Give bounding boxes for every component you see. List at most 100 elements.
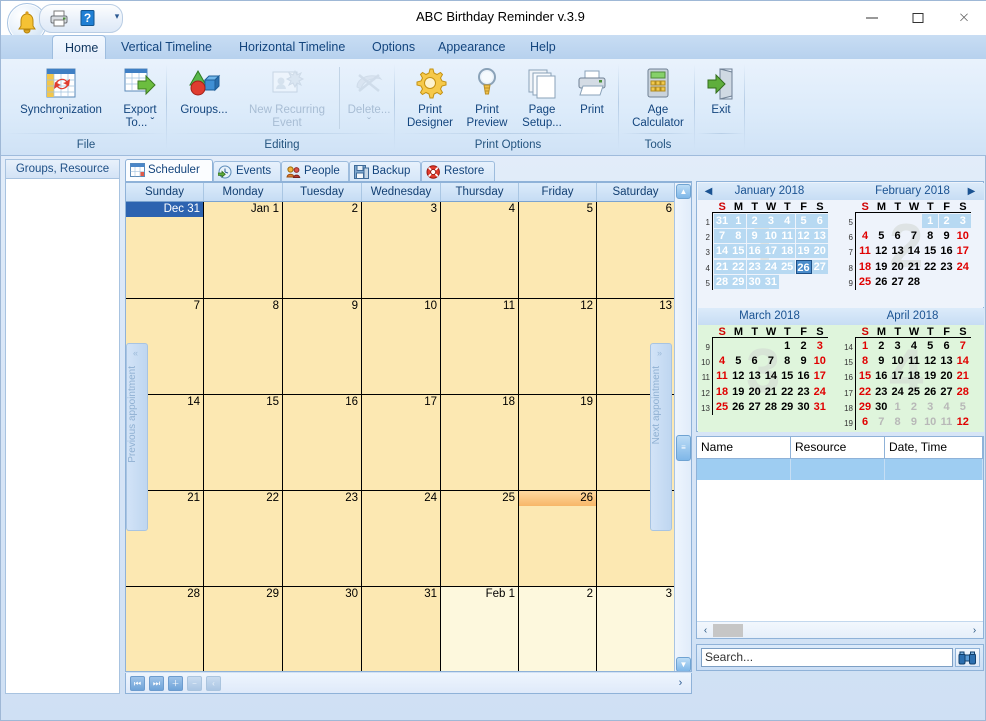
list-column-resource[interactable]: Resource [791,437,885,458]
mini-calendar-day[interactable]: 4 [779,214,796,228]
tab-backup[interactable]: Backup [349,161,421,182]
mini-calendar-day[interactable]: 20 [939,369,955,383]
mini-calendar-day[interactable]: 15 [857,369,873,383]
mini-calendar-day[interactable]: 5 [922,339,938,353]
mini-calendar-day[interactable]: 26 [730,400,746,414]
mini-calendar-day[interactable]: 17 [762,244,779,259]
mini-calendar-day[interactable]: 8 [857,354,873,368]
mini-calendar-day[interactable]: 23 [939,260,955,274]
mini-calendar-day[interactable]: 20 [811,244,828,259]
mini-calendar-day[interactable]: 16 [873,369,889,383]
mini-calendar-day[interactable]: 4 [906,339,922,353]
mini-calendar-day[interactable]: 18 [714,385,730,399]
nav-expand-arrow-icon[interactable]: › [674,676,687,690]
mini-calendar-day[interactable]: 8 [890,415,906,429]
synchronization-dropdown-icon[interactable]: ˇ [9,117,113,130]
delete-dropdown-icon[interactable]: ˇ [345,117,393,130]
delete-button[interactable]: Delete... ˇ [345,65,393,130]
mini-calendar-day[interactable]: 15 [730,244,747,259]
day-cell[interactable]: Feb 1 [441,587,519,671]
mini-calendar-day[interactable]: 29 [779,400,795,414]
tab-restore[interactable]: Restore [421,161,495,182]
mini-calendar-day[interactable]: 12 [955,415,971,429]
mini-calendar-day[interactable]: 15 [779,369,795,383]
mini-calendar-day[interactable]: 5 [795,214,812,228]
minimize-button[interactable] [849,1,895,33]
mini-calendar-day[interactable]: 18 [779,244,796,259]
day-cell[interactable]: 4 [441,202,519,299]
mini-calendar-day[interactable]: 19 [922,369,938,383]
mini-calendar-day[interactable]: 17 [890,369,906,383]
mini-calendar-day[interactable]: 9 [906,415,922,429]
mini-calendar-day[interactable]: 13 [747,369,763,383]
mini-calendar-day[interactable]: 18 [857,260,873,274]
day-cell[interactable]: Jan 1 [204,202,283,299]
mini-calendar-day[interactable]: 22 [730,259,747,274]
print-icon[interactable] [48,9,72,28]
mini-calendar-day[interactable]: 24 [812,385,828,399]
mini-calendar-day[interactable]: 10 [762,229,779,244]
mini-calendar-day[interactable]: 12 [730,369,746,383]
mini-calendar-day[interactable]: 21 [906,260,922,274]
mini-calendar-day[interactable]: 29 [857,400,873,414]
day-cell[interactable]: 2 [283,202,362,299]
groups-button[interactable]: Groups... [173,65,235,117]
mini-calendar-day[interactable]: 28 [714,274,730,289]
mini-calendar-day[interactable]: 6 [811,214,828,228]
mini-calendar-day[interactable]: 30 [796,400,812,414]
new-recurring-event-button[interactable]: New Recurring Event [241,65,333,130]
mini-calendar-day[interactable]: 16 [746,244,763,259]
tab-events[interactable]: Events [213,161,281,182]
mini-calendar-day[interactable]: 14 [955,354,971,368]
mini-calendar-day[interactable]: 26 [795,259,812,274]
mini-calendar-day[interactable]: 27 [890,275,906,289]
day-cell-today[interactable]: 26 [519,491,597,587]
mini-calendar-day[interactable]: 11 [779,229,796,244]
mini-calendar-day[interactable]: 1 [922,214,939,228]
mini-calendar-day[interactable]: 26 [922,385,938,399]
mini-calendar-day[interactable]: 25 [906,385,922,399]
mini-calendar-day[interactable]: 24 [890,385,906,399]
mini-calendar-day[interactable]: 8 [922,229,938,243]
next-appointment-tab[interactable]: » Next appointment [650,343,672,531]
mini-calendar-day[interactable]: 15 [922,244,938,258]
day-cell[interactable]: 15 [204,395,283,491]
mini-calendar-day[interactable]: 4 [857,229,873,243]
mini-calendar-day[interactable]: 1 [857,339,873,353]
mini-calendar-january[interactable]: January 20181SMTWTFS13112345627891011121… [698,183,841,307]
mini-calendar-day[interactable]: 6 [890,229,906,243]
mini-calendar-day[interactable]: 9 [746,229,763,244]
mini-calendar-day[interactable]: 6 [939,339,955,353]
nav-add-button[interactable]: ＋ [168,676,183,691]
mini-calendar-day[interactable]: 7 [714,229,730,244]
mini-calendar-day[interactable]: 30 [873,400,889,414]
mini-calendar-day[interactable]: 2 [796,339,812,353]
nav-remove-button[interactable]: − [187,676,202,691]
mini-calendar-day[interactable]: 27 [747,400,763,414]
help-icon[interactable]: ? [76,9,100,28]
mini-calendar-day[interactable]: 7 [873,415,889,429]
nav-collapse-button[interactable]: ‹ [206,676,221,691]
mini-calendar-day[interactable]: 21 [714,259,730,274]
ribbon-tab-help[interactable]: Help [518,35,568,59]
mini-calendar-day[interactable]: 25 [779,259,796,274]
mini-calendar-day[interactable]: 10 [922,415,938,429]
mini-calendar-day[interactable]: 28 [763,400,779,414]
scroll-down-button[interactable]: ▼ [676,657,691,671]
mini-calendar-day[interactable]: 2 [873,339,889,353]
mini-calendar-day[interactable]: 28 [955,385,971,399]
ribbon-tab-home[interactable]: Home [52,35,106,60]
mini-calendar-day[interactable]: 2 [938,214,955,228]
mini-calendar-day[interactable]: 1 [779,339,795,353]
print-button[interactable]: Print [569,65,615,117]
mini-calendar-day[interactable]: 24 [762,259,779,274]
mini-calendar-day[interactable]: 7 [955,339,971,353]
nav-first-button[interactable]: ⏮ [130,676,145,691]
scroll-thumb[interactable]: ≡ [676,435,691,461]
print-preview-button[interactable]: Print Preview [459,65,515,130]
day-cell[interactable]: 6 [597,202,676,299]
mini-calendar-day[interactable]: 12 [795,229,812,244]
ribbon-tab-horizontal-timeline[interactable]: Horizontal Timeline [227,35,357,59]
tab-people[interactable]: People [281,161,349,182]
mini-calendar-day[interactable]: 12 [873,244,889,258]
